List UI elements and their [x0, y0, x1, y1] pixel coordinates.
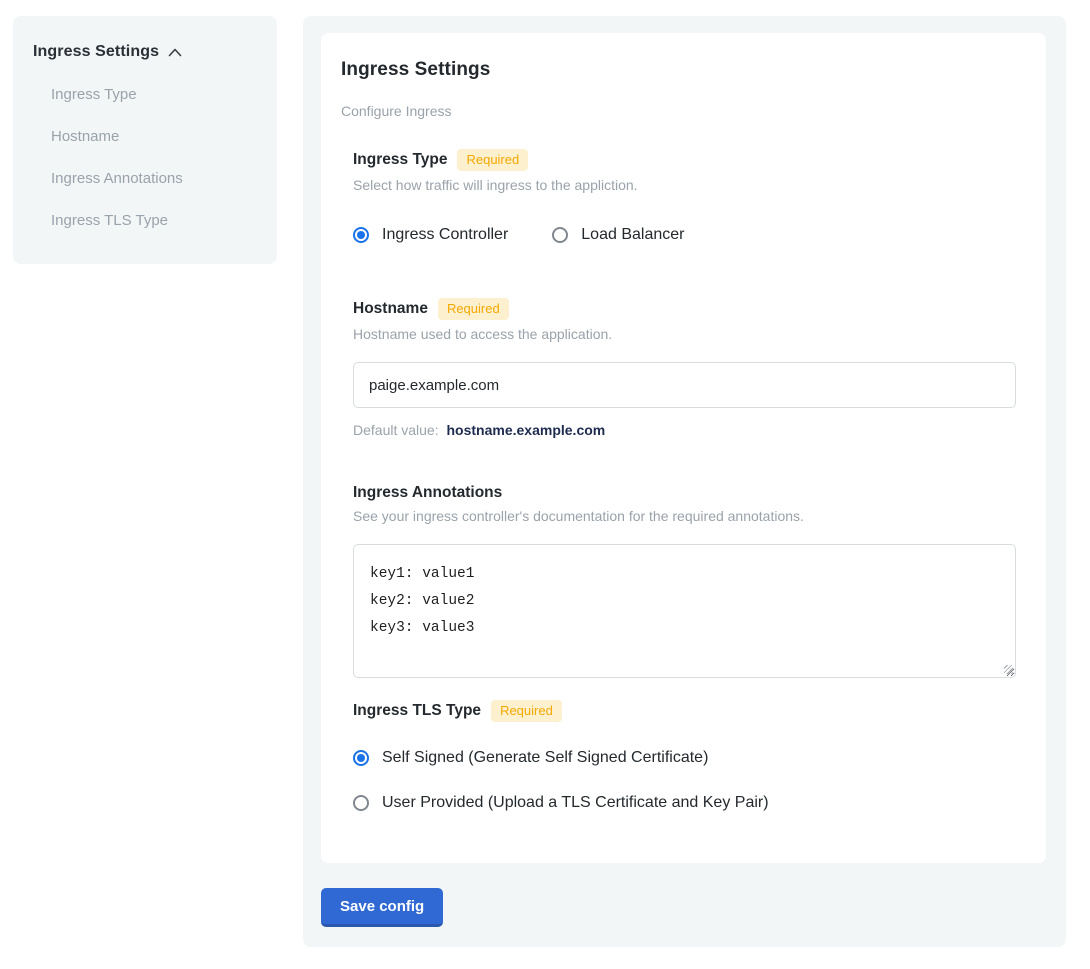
ingress-settings-card: Ingress Settings Configure Ingress Ingre…	[321, 33, 1046, 863]
sidebar-group-ingress-settings[interactable]: Ingress Settings	[33, 42, 257, 62]
annotations-textarea-wrap: key1: value1 key2: value2 key3: value3	[353, 544, 1016, 678]
radio-load-balancer[interactable]	[552, 227, 568, 243]
radio-option-self-signed[interactable]: Self Signed (Generate Self Signed Certif…	[353, 749, 1026, 767]
radio-label-self-signed[interactable]: Self Signed (Generate Self Signed Certif…	[382, 749, 708, 767]
hostname-input[interactable]	[353, 362, 1016, 408]
sidebar-group-title: Ingress Settings	[33, 43, 159, 61]
radio-ingress-controller[interactable]	[353, 227, 369, 243]
radio-label-ingress-controller[interactable]: Ingress Controller	[382, 226, 508, 244]
settings-panel: Ingress Settings Configure Ingress Ingre…	[303, 16, 1066, 947]
fields-container: Ingress Type Required Select how traffic…	[353, 149, 1026, 812]
required-badge: Required	[438, 298, 509, 320]
ingress-type-radio-group: Ingress Controller Load Balancer	[353, 226, 1026, 244]
sidebar-item-hostname[interactable]: Hostname	[51, 128, 257, 146]
tls-type-label: Ingress TLS Type	[353, 702, 481, 720]
annotations-textarea[interactable]: key1: value1 key2: value2 key3: value3	[353, 544, 1016, 678]
required-badge: Required	[457, 149, 528, 171]
section-ingress-annotations: Ingress Annotations See your ingress con…	[353, 484, 1026, 678]
radio-option-load-balancer[interactable]: Load Balancer	[552, 226, 684, 244]
default-value-prefix: Default value:	[353, 422, 439, 438]
section-ingress-type: Ingress Type Required Select how traffic…	[353, 149, 1026, 244]
sidebar-item-ingress-tls-type[interactable]: Ingress TLS Type	[51, 212, 257, 230]
sidebar-item-ingress-type[interactable]: Ingress Type	[51, 86, 257, 104]
annotations-label-row: Ingress Annotations	[353, 484, 1026, 502]
card-subtitle: Configure Ingress	[341, 103, 1026, 119]
tls-type-label-row: Ingress TLS Type Required	[353, 700, 1026, 722]
default-value-text: hostname.example.com	[447, 422, 606, 438]
annotations-description: See your ingress controller's documentat…	[353, 508, 1026, 524]
radio-label-load-balancer[interactable]: Load Balancer	[581, 226, 684, 244]
settings-sidebar: Ingress Settings Ingress Type Hostname I…	[13, 16, 277, 264]
sidebar-item-ingress-annotations[interactable]: Ingress Annotations	[51, 170, 257, 188]
hostname-default-line: Default value: hostname.example.com	[353, 422, 1026, 438]
card-title: Ingress Settings	[341, 59, 1026, 81]
annotations-label: Ingress Annotations	[353, 484, 502, 502]
tls-type-radio-group: Self Signed (Generate Self Signed Certif…	[353, 749, 1026, 812]
radio-option-user-provided[interactable]: User Provided (Upload a TLS Certificate …	[353, 794, 1026, 812]
hostname-description: Hostname used to access the application.	[353, 326, 1026, 342]
required-badge: Required	[491, 700, 562, 722]
hostname-label-row: Hostname Required	[353, 298, 1026, 320]
chevron-up-icon	[168, 44, 182, 62]
ingress-type-description: Select how traffic will ingress to the a…	[353, 177, 1026, 193]
hostname-label: Hostname	[353, 300, 428, 318]
ingress-type-label: Ingress Type	[353, 151, 447, 169]
radio-self-signed[interactable]	[353, 750, 369, 766]
radio-option-ingress-controller[interactable]: Ingress Controller	[353, 226, 508, 244]
save-config-button[interactable]: Save config	[321, 888, 443, 927]
section-hostname: Hostname Required Hostname used to acces…	[353, 298, 1026, 438]
radio-user-provided[interactable]	[353, 795, 369, 811]
section-ingress-tls-type: Ingress TLS Type Required Self Signed (G…	[353, 700, 1026, 812]
radio-label-user-provided[interactable]: User Provided (Upload a TLS Certificate …	[382, 794, 769, 812]
ingress-type-label-row: Ingress Type Required	[353, 149, 1026, 171]
